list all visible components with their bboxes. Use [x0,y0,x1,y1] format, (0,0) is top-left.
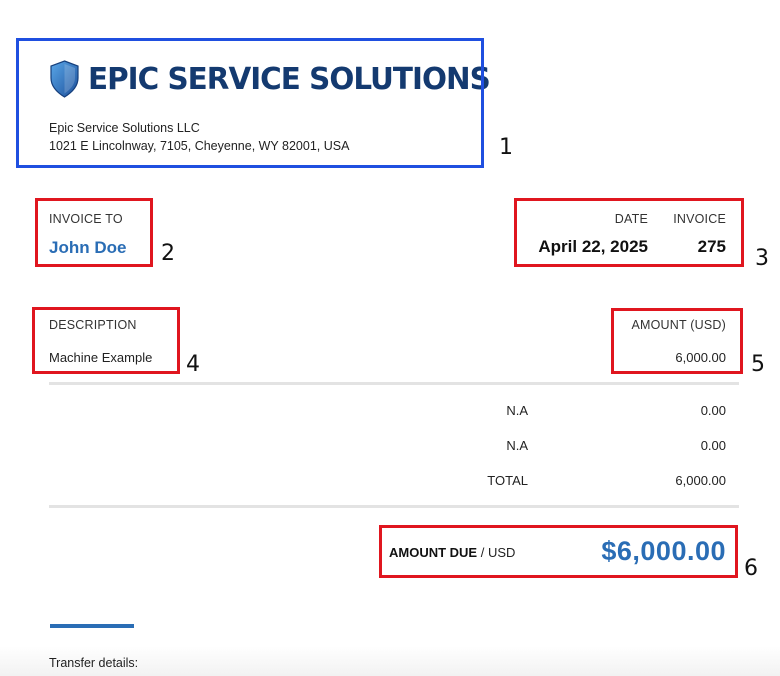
annotation-box-1 [16,38,484,168]
accent-divider [50,624,134,628]
summary-label-1: N.A [506,403,528,418]
annotation-number-1: 1 [499,135,513,160]
summary-value-1: 0.00 [700,403,726,418]
annotation-number-2: 2 [161,241,175,266]
annotation-number-5: 5 [751,352,765,377]
annotation-box-3 [514,198,744,267]
summary-value-2: 0.00 [700,438,726,453]
annotation-number-4: 4 [186,352,200,377]
summary-label-2: N.A [506,438,528,453]
summary-divider [49,505,739,508]
summary-total-label: TOTAL [487,473,528,488]
annotation-box-2 [35,198,153,267]
items-divider [49,382,739,385]
annotation-box-5 [611,308,743,374]
transfer-details-label: Transfer details: [49,656,139,670]
annotation-number-6: 6 [744,556,758,581]
annotation-box-6 [379,525,738,578]
annotation-number-3: 3 [755,246,769,271]
summary-total-value: 6,000.00 [675,473,726,488]
annotation-box-4 [32,307,180,374]
